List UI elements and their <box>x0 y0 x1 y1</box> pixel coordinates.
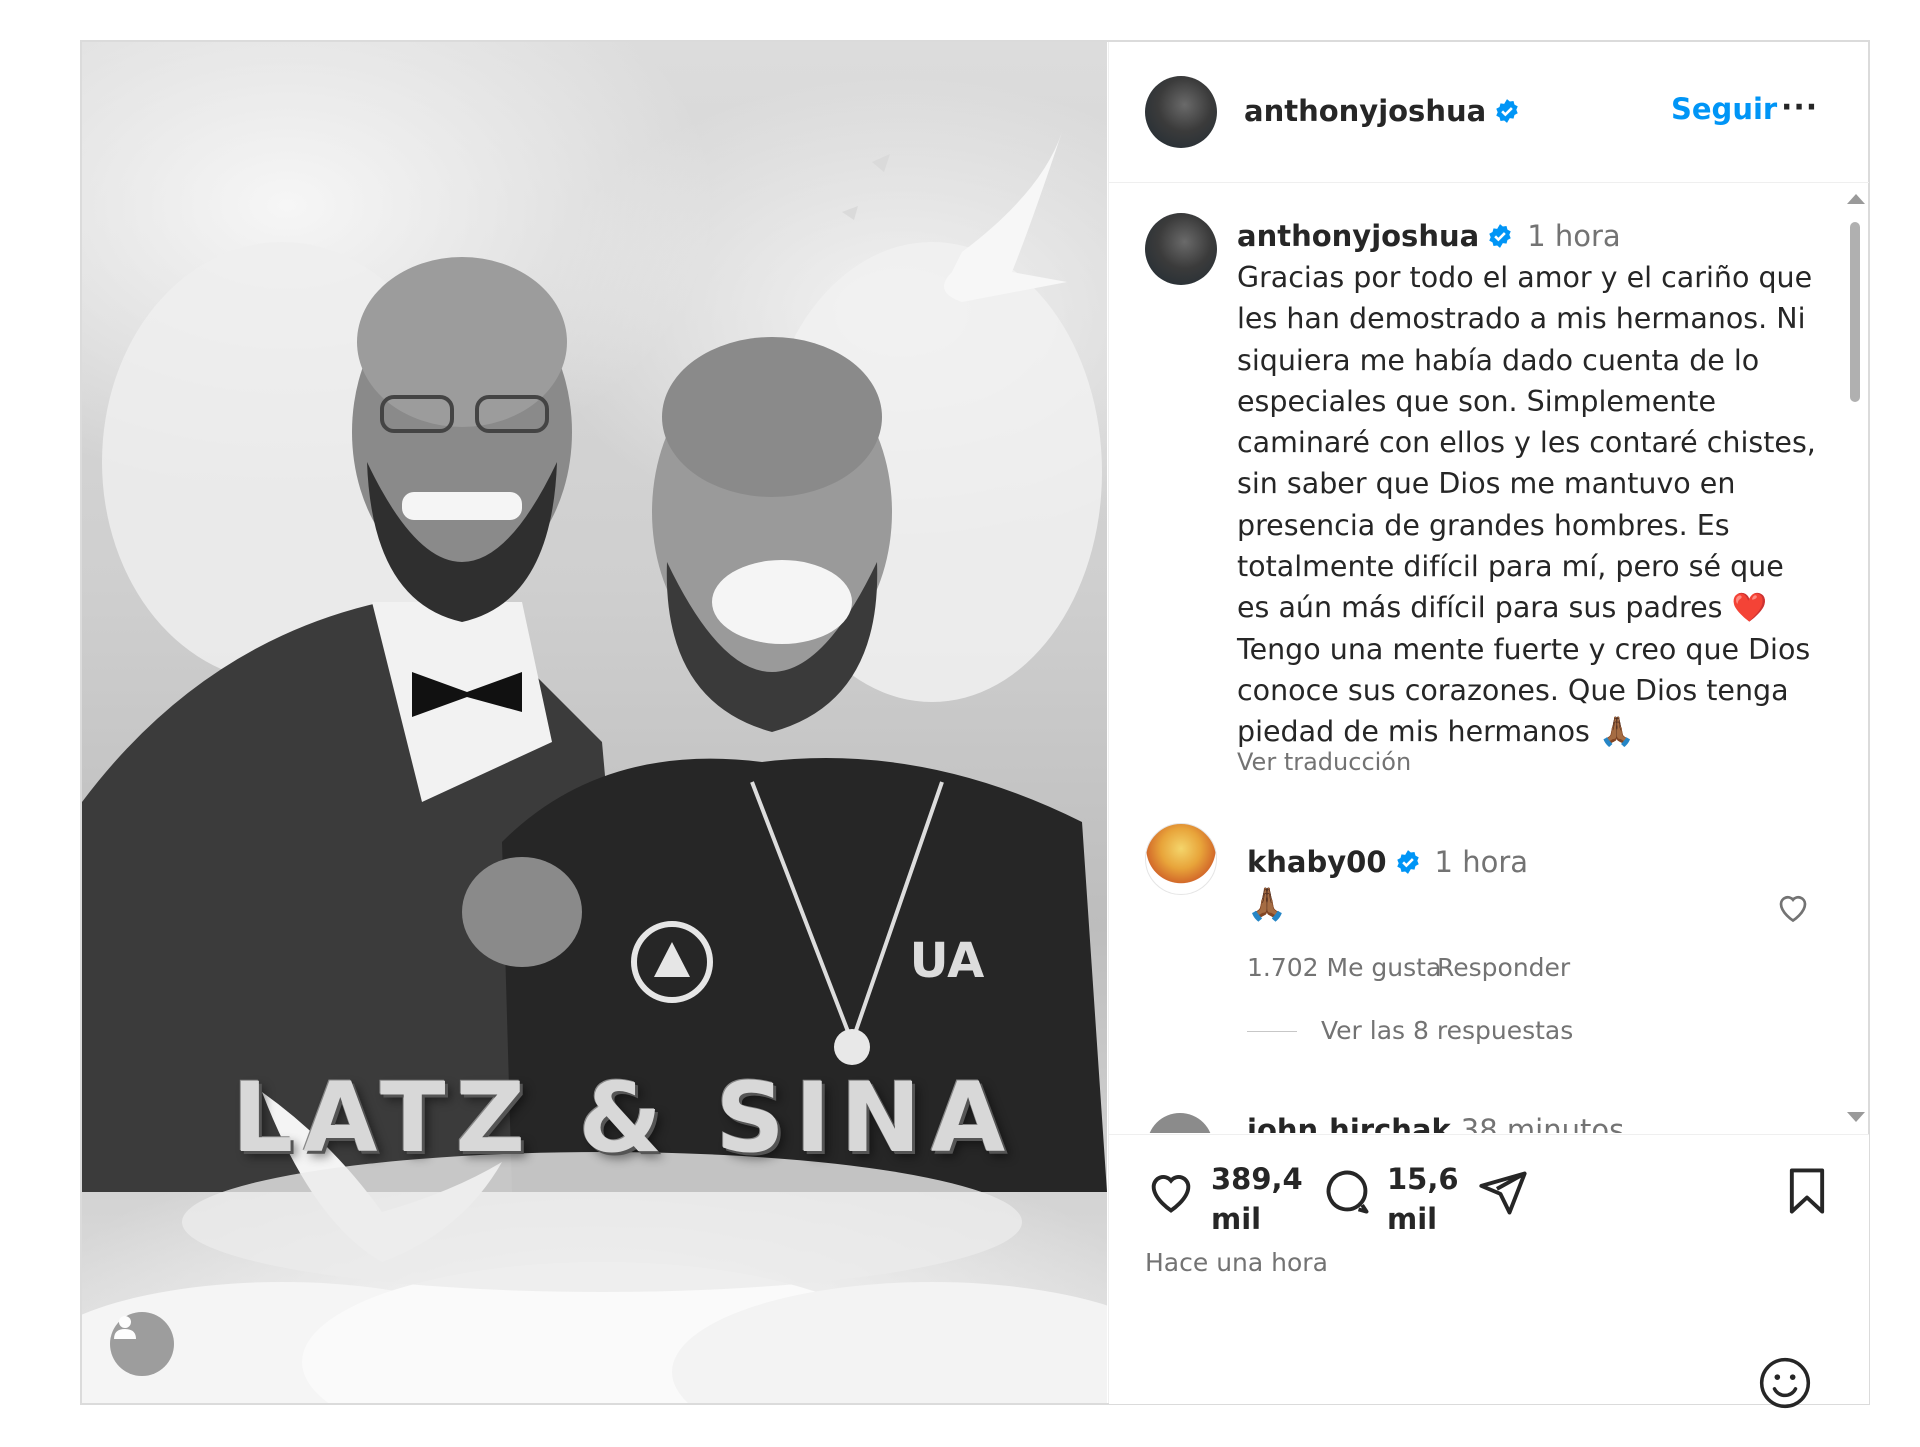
comment-like-heart-icon[interactable] <box>1775 889 1811 925</box>
scroll-down-arrow-icon[interactable] <box>1847 1112 1865 1122</box>
scroll-up-arrow-icon[interactable] <box>1847 194 1865 204</box>
caption-text: Gracias por todo el amor y el cariño que… <box>1237 261 1816 749</box>
comment-bubble-icon[interactable] <box>1321 1165 1373 1217</box>
comment-header: john.hirchak 38 minutos <box>1247 1113 1624 1133</box>
author-username-label[interactable]: anthonyjoshua <box>1244 94 1486 128</box>
verified-badge-icon <box>1489 224 1511 248</box>
post-image[interactable]: UA LATZ & SINA <box>82 42 1107 1403</box>
replies-divider <box>1247 1031 1297 1032</box>
comments-count-number: 15,6 <box>1387 1162 1459 1196</box>
comment-text: 🙏🏾 <box>1247 885 1287 923</box>
tagged-users-button[interactable] <box>110 1312 174 1376</box>
post-actions-bar: 389,4 mil 15,6 mil Hace una hora <box>1109 1134 1869 1409</box>
follow-button[interactable]: Seguir <box>1671 92 1777 126</box>
user-icon <box>114 1316 136 1339</box>
view-replies-link[interactable]: Ver las 8 respuestas <box>1321 1016 1573 1045</box>
comment-reply-button[interactable]: Responder <box>1437 953 1570 982</box>
caption-author-avatar[interactable] <box>1145 213 1217 285</box>
scrollbar-thumb[interactable] <box>1850 222 1860 402</box>
verified-badge-icon <box>1396 850 1419 874</box>
comment-time[interactable]: 38 minutos <box>1461 1113 1624 1133</box>
comment-avatar[interactable] <box>1145 823 1217 895</box>
caption-username[interactable]: anthonyjoshua <box>1237 219 1479 253</box>
likes-count-unit: mil <box>1211 1202 1262 1236</box>
see-translation-link[interactable]: Ver traducción <box>1237 748 1411 776</box>
caption-time[interactable]: 1 hora <box>1527 219 1621 253</box>
comment-username[interactable]: khaby00 <box>1247 845 1387 879</box>
comment-likes-count[interactable]: 1.702 Me gusta <box>1247 953 1441 982</box>
comment-username[interactable]: john.hirchak <box>1247 1113 1451 1133</box>
comments-scroll-area[interactable]: anthonyjoshua 1 hora Gracias por todo el … <box>1109 183 1869 1133</box>
post-header: anthonyjoshua Seguir ··· <box>1109 42 1869 183</box>
comment-time[interactable]: 1 hora <box>1435 845 1529 879</box>
verified-badge-icon <box>1496 99 1518 123</box>
likes-count[interactable]: 389,4 mil <box>1211 1159 1303 1239</box>
bookmark-icon[interactable] <box>1781 1165 1833 1217</box>
caption-header: anthonyjoshua 1 hora <box>1237 219 1621 253</box>
more-options-icon[interactable]: ··· <box>1781 90 1818 125</box>
likes-count-number: 389,4 <box>1211 1162 1303 1196</box>
post-side-panel: anthonyjoshua Seguir ··· anthonyjoshua 1 … <box>1108 42 1869 1409</box>
post-dialog: UA LATZ & SINA anthonyjoshua Seguir ··· … <box>80 40 1870 1409</box>
heart-icon[interactable] <box>1145 1165 1197 1217</box>
comments-count[interactable]: 15,6 mil <box>1387 1159 1459 1239</box>
paper-plane-icon[interactable] <box>1477 1167 1529 1219</box>
comments-count-unit: mil <box>1387 1202 1438 1236</box>
image-title-overlay: LATZ & SINA <box>232 1062 1016 1174</box>
post-timestamp[interactable]: Hace una hora <box>1145 1248 1328 1277</box>
memorial-artwork: UA <box>82 132 1107 1403</box>
svg-text:UA: UA <box>910 933 985 989</box>
comment-avatar[interactable] <box>1147 1113 1213 1133</box>
author-username[interactable]: anthonyjoshua <box>1244 94 1520 128</box>
comment-header: khaby00 1 hora <box>1247 845 1528 879</box>
smiley-icon[interactable] <box>1757 1355 1813 1411</box>
author-avatar[interactable] <box>1145 76 1217 148</box>
